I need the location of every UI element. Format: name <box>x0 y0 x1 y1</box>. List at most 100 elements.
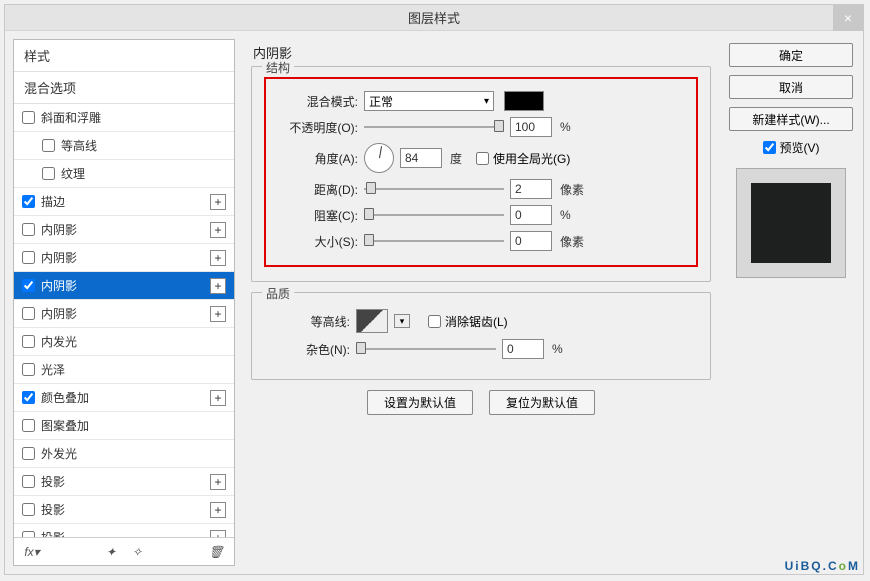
set-default-button[interactable]: 设置为默认值 <box>367 390 473 415</box>
style-item-checkbox[interactable] <box>22 363 35 376</box>
dialog-content: 样式 混合选项 斜面和浮雕等高线纹理描边+ 内阴影 + 内阴影 + 内阴影 + 内阴影 + 内发光… <box>5 31 863 574</box>
style-item-checkbox[interactable] <box>22 419 35 432</box>
style-item[interactable]: 内阴影 + <box>14 300 234 328</box>
style-item-checkbox[interactable] <box>22 111 35 124</box>
quality-fieldset: 品质 等高线: ▾ 消除锯齿(L) 杂色(N): % <box>251 292 711 380</box>
style-item-checkbox[interactable] <box>22 335 35 348</box>
style-item-checkbox[interactable] <box>42 139 55 152</box>
panel-title: 内阴影 <box>253 43 711 62</box>
style-item[interactable]: 纹理 <box>14 160 234 188</box>
noise-slider[interactable] <box>356 342 496 356</box>
style-item-checkbox[interactable] <box>22 503 35 516</box>
style-item[interactable]: 描边+ <box>14 188 234 216</box>
add-effect-button[interactable]: + <box>210 502 226 518</box>
style-item-checkbox[interactable] <box>22 195 35 208</box>
fx-icon[interactable]: fx▾ <box>22 542 42 562</box>
angle-input[interactable] <box>400 148 442 168</box>
style-item-label: 内阴影 <box>41 305 77 322</box>
reset-default-button[interactable]: 复位为默认值 <box>489 390 595 415</box>
style-item[interactable]: 投影 + <box>14 524 234 537</box>
style-item-label: 斜面和浮雕 <box>41 109 101 126</box>
noise-input[interactable] <box>502 339 544 359</box>
add-effect-button[interactable]: + <box>210 278 226 294</box>
trash-icon[interactable]: 🗑 <box>206 542 226 562</box>
style-item[interactable]: 投影+ <box>14 496 234 524</box>
style-item[interactable]: 外发光 <box>14 440 234 468</box>
style-item-checkbox[interactable] <box>22 447 35 460</box>
add-effect-button[interactable]: + <box>210 306 226 322</box>
opacity-input[interactable] <box>510 117 552 137</box>
style-item-label: 等高线 <box>61 137 97 154</box>
style-item[interactable]: 内阴影+ <box>14 216 234 244</box>
preview-label: 预览(V) <box>780 139 820 156</box>
contour-dropdown[interactable]: ▾ <box>394 314 410 328</box>
style-item[interactable]: 内发光 <box>14 328 234 356</box>
antialias-input[interactable] <box>428 315 441 328</box>
preview-input[interactable] <box>763 141 776 154</box>
style-item[interactable]: 投影 + <box>14 468 234 496</box>
style-item-label: 内阴影 <box>41 277 77 294</box>
style-item[interactable]: 内阴影 + <box>14 244 234 272</box>
distance-label: 距离(D): <box>272 181 358 198</box>
add-effect-button[interactable]: + <box>210 194 226 210</box>
close-button[interactable]: × <box>833 5 863 31</box>
structure-fieldset: 结构 混合模式: 正常 ▾ 不透明度(O): % <box>251 66 711 282</box>
highlight-box: 混合模式: 正常 ▾ 不透明度(O): % 角度( <box>264 77 698 267</box>
style-item-checkbox[interactable] <box>22 223 35 236</box>
global-light-input[interactable] <box>476 152 489 165</box>
style-item[interactable]: 内阴影 + <box>14 272 234 300</box>
size-input[interactable] <box>510 231 552 251</box>
style-item[interactable]: 颜色叠加+ <box>14 384 234 412</box>
style-item-checkbox[interactable] <box>22 251 35 264</box>
style-item-checkbox[interactable] <box>42 167 55 180</box>
add-effect-button[interactable]: + <box>210 390 226 406</box>
contour-preview[interactable] <box>356 309 388 333</box>
dialog-title: 图层样式 <box>408 8 460 27</box>
layer-style-dialog: 图层样式 × 样式 混合选项 斜面和浮雕等高线纹理描边+ 内阴影 + 内阴影 + 内阴影 +… <box>4 4 864 575</box>
titlebar: 图层样式 × <box>5 5 863 31</box>
style-item[interactable]: 等高线 <box>14 132 234 160</box>
choke-input[interactable] <box>510 205 552 225</box>
add-effect-button[interactable]: + <box>210 250 226 266</box>
blend-mode-label: 混合模式: <box>272 93 358 110</box>
style-item-checkbox[interactable] <box>22 279 35 292</box>
add-effect-button[interactable]: + <box>210 474 226 490</box>
style-item-label: 投影 <box>41 473 65 490</box>
ok-button[interactable]: 确定 <box>729 43 853 67</box>
blend-mode-select[interactable]: 正常 ▾ <box>364 91 494 111</box>
add-effect-button[interactable]: + <box>210 530 226 538</box>
choke-slider[interactable] <box>364 208 504 222</box>
move-down-icon[interactable]: ✧ <box>127 542 147 562</box>
style-item-checkbox[interactable] <box>22 307 35 320</box>
angle-dial[interactable] <box>364 143 394 173</box>
global-light-checkbox[interactable]: 使用全局光(G) <box>476 150 570 167</box>
style-item-checkbox[interactable] <box>22 391 35 404</box>
global-light-label: 使用全局光(G) <box>493 150 570 167</box>
angle-unit: 度 <box>450 150 462 167</box>
style-item-label: 投影 <box>41 529 65 537</box>
style-list: 样式 混合选项 斜面和浮雕等高线纹理描边+内阴影+内阴影+内阴影+内阴影+内发光… <box>14 40 234 537</box>
distance-input[interactable] <box>510 179 552 199</box>
style-item[interactable]: 图案叠加 <box>14 412 234 440</box>
shadow-color-swatch[interactable] <box>504 91 544 111</box>
new-style-button[interactable]: 新建样式(W)... <box>729 107 853 131</box>
structure-legend: 结构 <box>262 59 294 76</box>
cancel-button[interactable]: 取消 <box>729 75 853 99</box>
move-up-icon[interactable]: ✦ <box>101 542 121 562</box>
style-item[interactable]: 光泽 <box>14 356 234 384</box>
settings-panel: 内阴影 结构 混合模式: 正常 ▾ 不透明度(O): <box>243 39 719 566</box>
opacity-slider[interactable] <box>364 120 504 134</box>
style-item-label: 内阴影 <box>41 249 77 266</box>
choke-unit: % <box>560 208 571 222</box>
style-item[interactable]: 斜面和浮雕 <box>14 104 234 132</box>
noise-label: 杂色(N): <box>264 341 350 358</box>
size-slider[interactable] <box>364 234 504 248</box>
choke-label: 阻塞(C): <box>272 207 358 224</box>
style-item-checkbox[interactable] <box>22 475 35 488</box>
preview-checkbox[interactable]: 预览(V) <box>729 139 853 156</box>
blend-options[interactable]: 混合选项 <box>14 72 234 104</box>
antialias-checkbox[interactable]: 消除锯齿(L) <box>428 313 508 330</box>
add-effect-button[interactable]: + <box>210 222 226 238</box>
distance-slider[interactable] <box>364 182 504 196</box>
styles-header: 样式 <box>14 40 234 72</box>
